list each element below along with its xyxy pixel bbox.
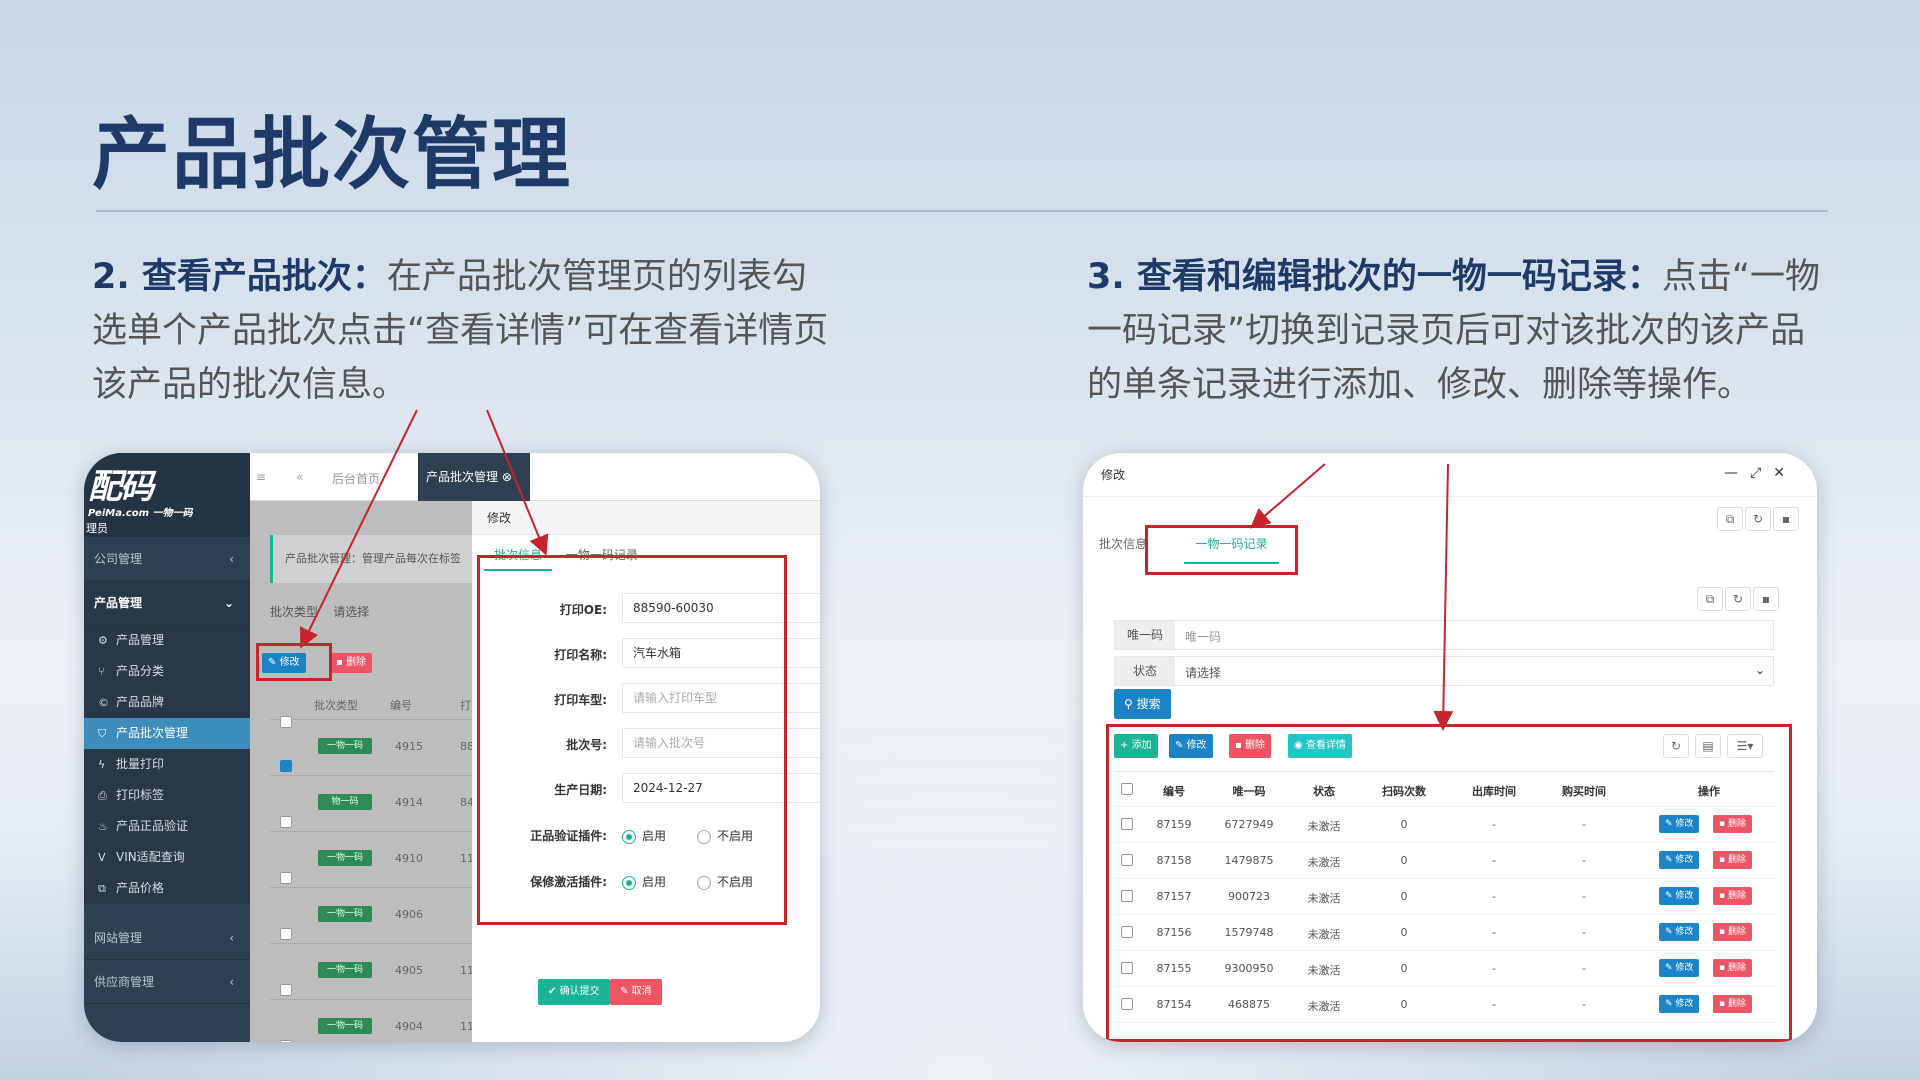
arrow-to-edit-button — [300, 409, 418, 649]
arrow-to-batch-info — [486, 409, 549, 556]
arrow-to-records-table — [1433, 463, 1454, 731]
annotation-arrows — [300, 409, 1454, 731]
arrow-to-records-tab — [1249, 463, 1326, 529]
